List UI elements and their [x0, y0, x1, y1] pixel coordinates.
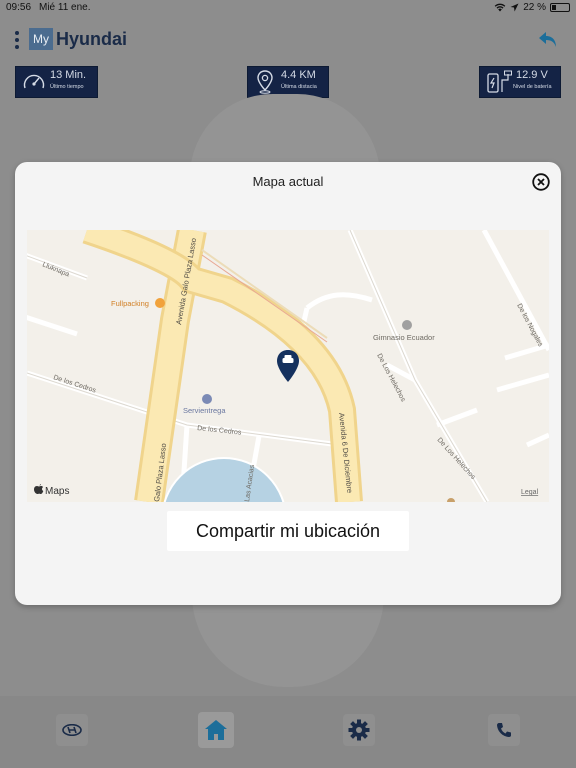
stat-time-value: 13 Min.: [50, 69, 87, 81]
status-date: Mié 11 ene.: [39, 2, 91, 13]
map-view[interactable]: Lluknapa Fullpacking Avenida Galo Plaza …: [27, 230, 549, 502]
map-label-gimnasio: Gimnasio Ecuador: [373, 333, 435, 342]
stat-time-card: 13 Min. Último tiempo: [15, 66, 98, 98]
modal-title: Mapa actual: [252, 174, 324, 189]
close-icon[interactable]: [532, 173, 550, 191]
nav-settings-button[interactable]: [343, 714, 375, 746]
hyundai-logo-icon: [62, 724, 82, 736]
battery-charge-icon: [487, 70, 512, 93]
stat-battery-card: 12.9 V Nivel de batería: [479, 66, 561, 98]
fullpacking-poi-icon: [155, 298, 165, 308]
map-label-fullpacking: Fullpacking: [111, 299, 149, 308]
back-arrow-icon[interactable]: [538, 30, 560, 50]
status-indicators: 22 %: [494, 2, 570, 13]
nav-phone-button[interactable]: [488, 714, 520, 746]
location-pin-icon: [257, 70, 273, 94]
map-canvas[interactable]: Lluknapa Fullpacking Avenida Galo Plaza …: [27, 230, 549, 502]
stat-time-label: Último tiempo: [50, 84, 84, 90]
battery-percent: 22 %: [523, 2, 546, 13]
gear-icon: [348, 719, 370, 741]
phone-icon: [497, 723, 511, 737]
wifi-icon: [494, 3, 506, 12]
bottom-nav: [0, 696, 576, 768]
battery-icon: [550, 3, 570, 12]
location-arrow-icon: [510, 3, 519, 12]
map-label-servientrega: Servientrega: [183, 406, 226, 415]
map-modal: Mapa actual Lluknapa Fullpacking Avenida…: [15, 162, 561, 605]
share-location-button[interactable]: Compartir mi ubicación: [167, 511, 409, 551]
menu-kebab-icon[interactable]: [14, 31, 20, 49]
map-legal-link[interactable]: Legal: [521, 489, 539, 496]
map-attribution: Maps: [45, 486, 69, 497]
status-bar: 09:56 Mié 11 ene. 22 %: [0, 0, 576, 16]
servientrega-poi-icon: [202, 394, 212, 404]
nav-home-button[interactable]: [198, 712, 234, 748]
speedometer-icon: [23, 74, 45, 89]
status-time: 09:56: [6, 2, 32, 13]
stat-battery-label: Nivel de batería: [513, 84, 552, 90]
gimnasio-poi-icon: [402, 320, 412, 330]
logo-name: Hyundai: [56, 29, 128, 49]
nav-hyundai-button[interactable]: [56, 714, 88, 746]
stat-distance-value: 4.4 KM: [281, 69, 316, 81]
app-header: My Hyundai: [0, 22, 576, 58]
logo-badge: My: [29, 28, 53, 50]
home-icon: [205, 720, 227, 740]
stat-distance-label: Última distacia: [281, 84, 317, 90]
stat-battery-value: 12.9 V: [516, 69, 548, 81]
